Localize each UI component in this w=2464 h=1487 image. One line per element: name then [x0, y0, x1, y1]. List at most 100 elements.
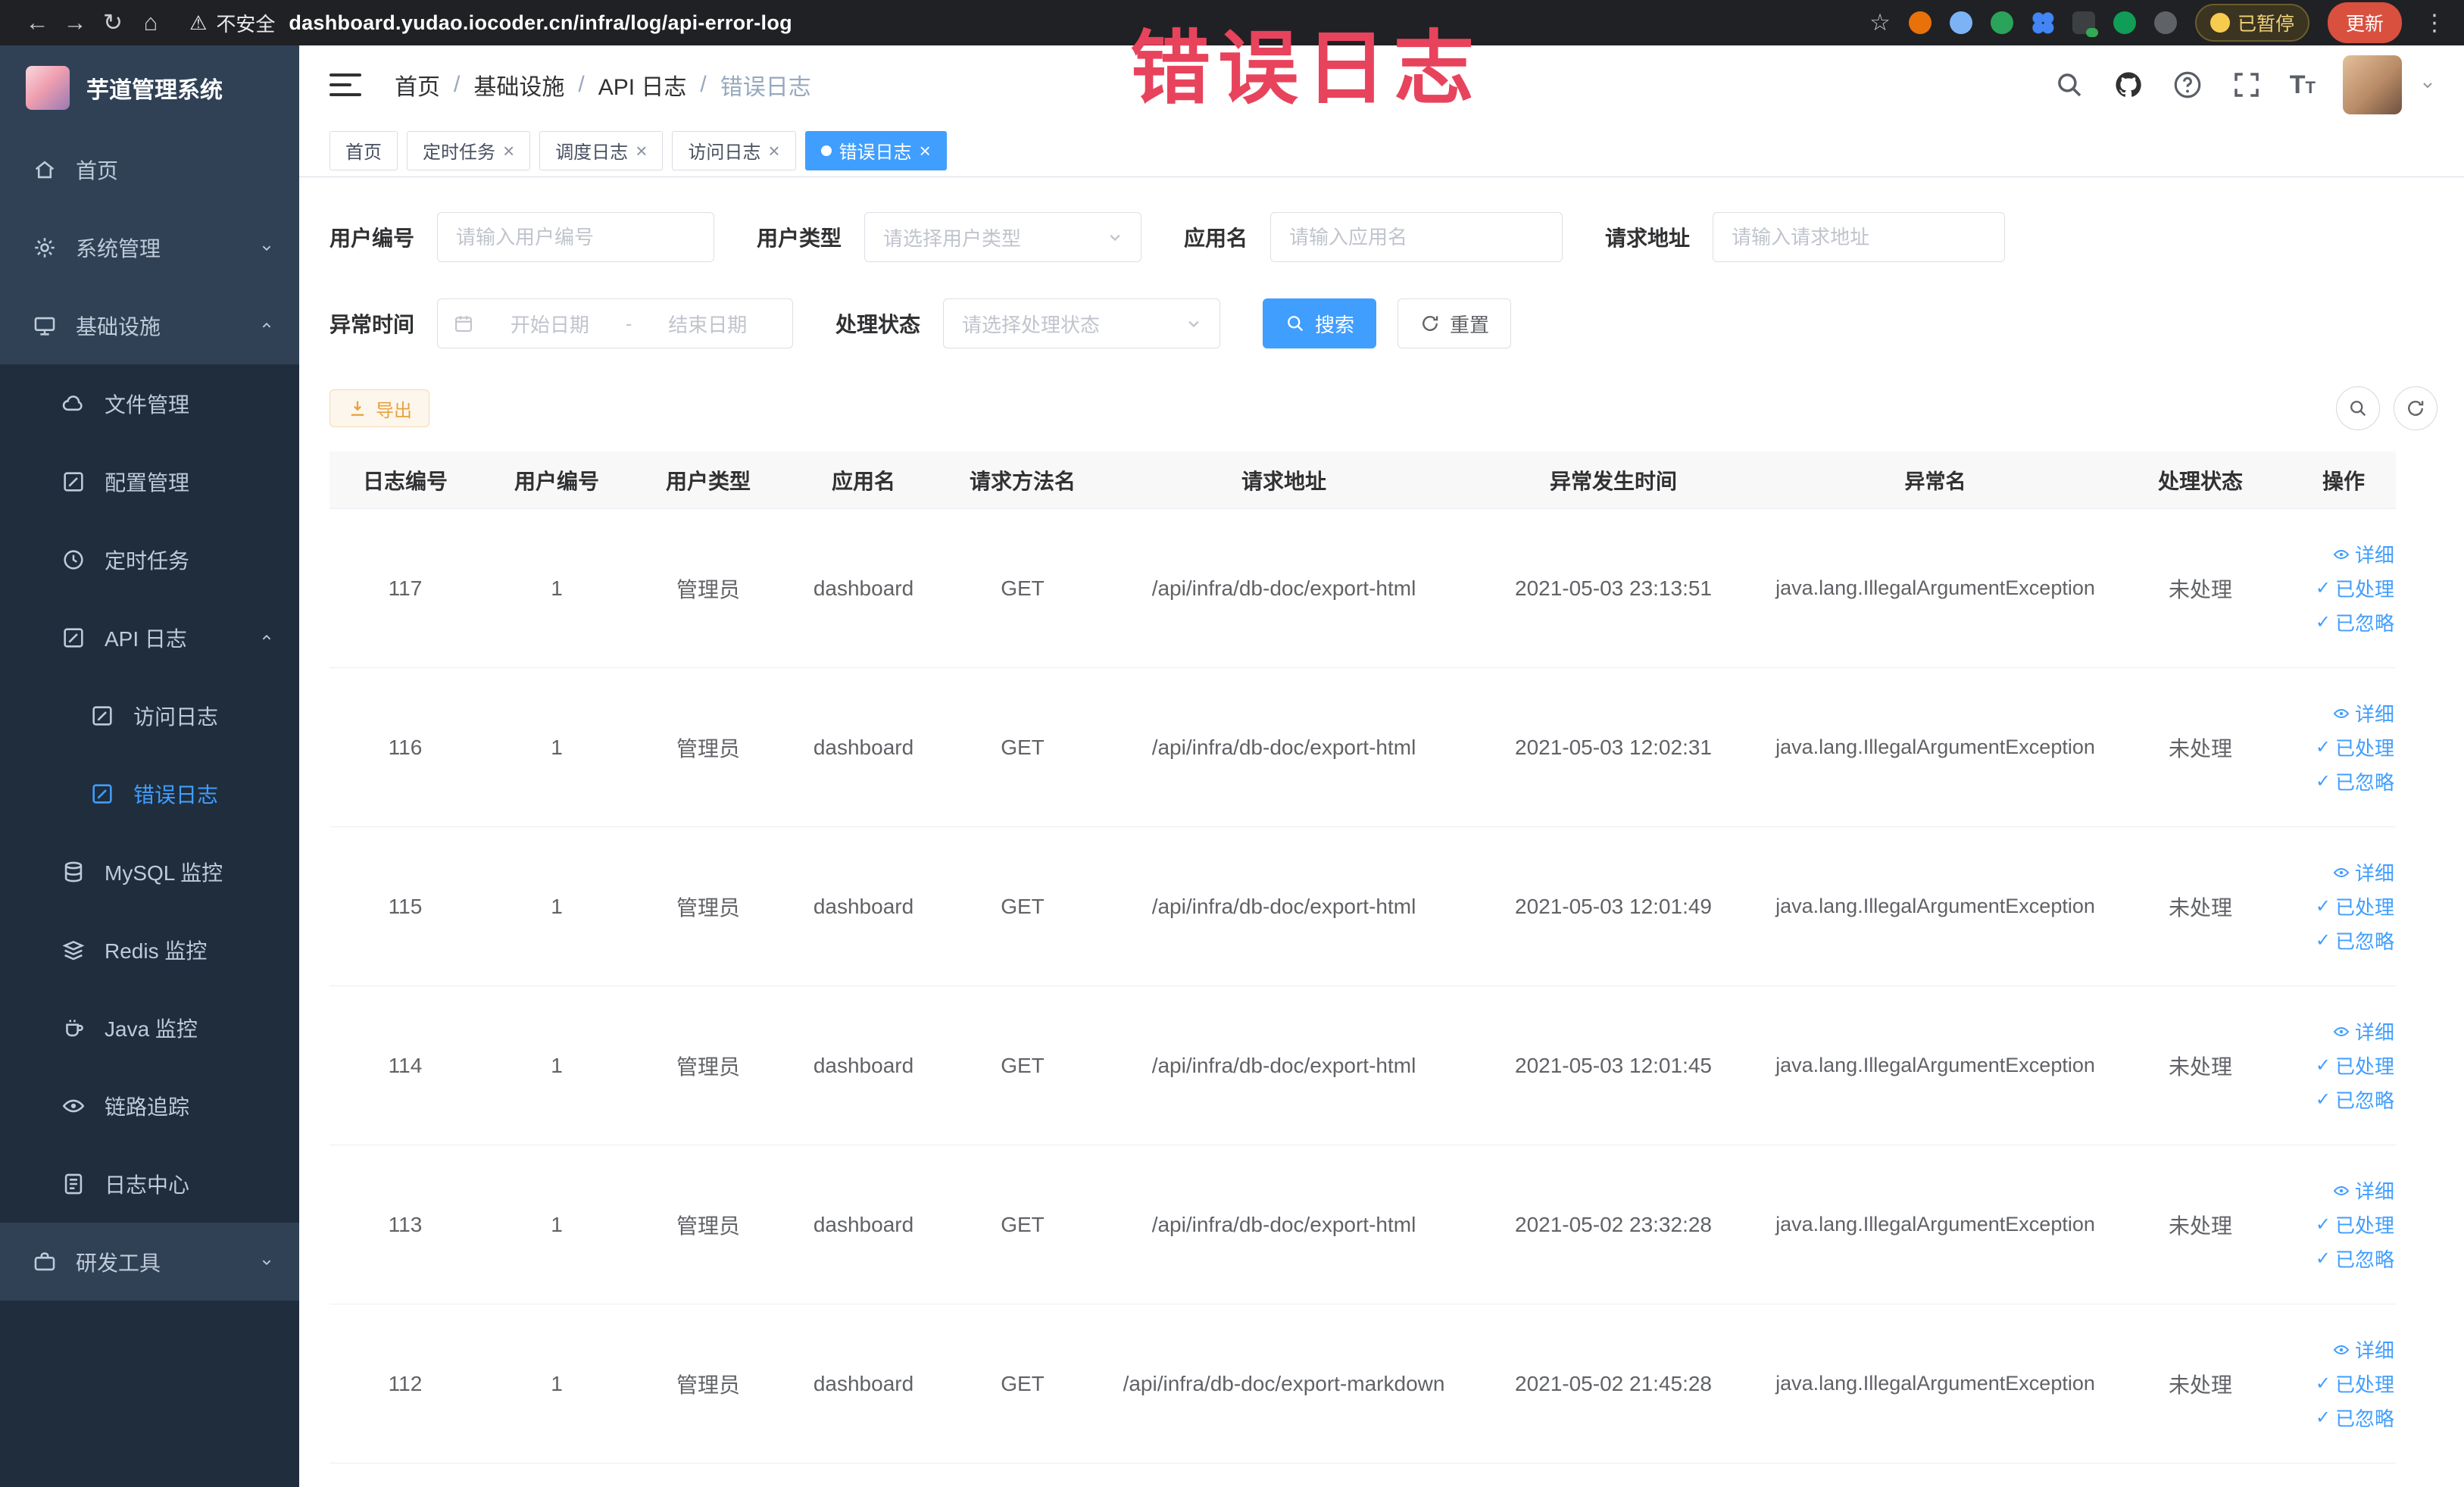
cell-time: 2021-05-03 12:01:49 [1515, 894, 1712, 918]
detail-link[interactable]: 详细 [2332, 1335, 2394, 1364]
tab-dispatch-logs[interactable]: 调度日志 × [539, 130, 664, 170]
security-chip[interactable]: ⚠ 不安全 [189, 9, 275, 37]
processed-link[interactable]: ✓ 已处理 [2316, 892, 2394, 920]
processed-link[interactable]: ✓ 已处理 [2316, 1051, 2394, 1079]
sidebar-item-home[interactable]: 首页 [0, 130, 299, 208]
browser-update-button[interactable]: 更新 [2327, 2, 2402, 43]
sidebar-item-error-logs[interactable]: 错误日志 [0, 754, 299, 833]
refresh-table-button[interactable] [2394, 386, 2437, 430]
ignored-link[interactable]: ✓ 已忽略 [2316, 1404, 2394, 1432]
breadcrumb-home[interactable]: 首页 [395, 68, 440, 102]
help-icon[interactable] [2172, 69, 2203, 101]
sidebar-item-api-logs[interactable]: API 日志 [0, 598, 299, 676]
extension-icon-7[interactable] [2153, 11, 2177, 34]
detail-link[interactable]: 详细 [2332, 1176, 2394, 1204]
processed-link[interactable]: ✓ 已处理 [2316, 1370, 2394, 1398]
browser-home-icon[interactable]: ⌂ [132, 9, 170, 36]
reset-button[interactable]: 重置 [1398, 298, 1512, 348]
browser-back-icon[interactable]: ← [18, 9, 56, 36]
sidebar-item-log-center[interactable]: 日志中心 [0, 1145, 299, 1223]
close-icon[interactable]: × [768, 141, 779, 161]
ignored-link[interactable]: ✓ 已忽略 [2316, 608, 2394, 636]
extension-icon-2[interactable] [1949, 11, 1972, 34]
export-button-label: 导出 [376, 400, 412, 421]
sidebar-item-trace[interactable]: 链路追踪 [0, 1067, 299, 1145]
end-date-field[interactable]: 结束日期 [638, 310, 777, 338]
detail-link[interactable]: 详细 [2332, 699, 2394, 727]
check-icon: ✓ [2315, 611, 2331, 633]
toggle-search-button[interactable] [2336, 386, 2380, 430]
main-content: 用户编号 用户类型 请选择用户类型 应用名 请求地址 [299, 177, 2464, 1487]
detail-link[interactable]: 详细 [2332, 1017, 2394, 1045]
cell-log-id: 112 [388, 1371, 423, 1395]
cell-user-type: 管理员 [676, 736, 740, 761]
close-icon[interactable]: × [636, 141, 647, 161]
processed-link[interactable]: ✓ 已处理 [2316, 574, 2394, 602]
chevron-down-icon [1188, 320, 1199, 328]
sidebar-item-config-management[interactable]: 配置管理 [0, 442, 299, 520]
breadcrumb: 首页 / 基础设施 / API 日志 / 错误日志 [395, 68, 811, 102]
column-header: 应用名 [831, 469, 895, 493]
close-icon[interactable]: × [503, 141, 514, 161]
extension-icon-3[interactable] [1990, 11, 2013, 34]
date-range-picker[interactable]: 开始日期 - 结束日期 [437, 298, 794, 348]
request-url-input[interactable] [1713, 212, 2006, 262]
extension-icon-1[interactable] [1908, 11, 1932, 34]
sidebar-item-redis-monitor[interactable]: Redis 监控 [0, 911, 299, 989]
font-size-icon[interactable]: TT [2290, 70, 2316, 100]
sidebar-item-infrastructure[interactable]: 基础设施 [0, 286, 299, 364]
user-id-input[interactable] [437, 212, 715, 262]
browser-reload-icon[interactable]: ↻ [94, 9, 132, 36]
sidebar-toggle-icon[interactable] [329, 73, 361, 96]
close-icon[interactable]: × [920, 141, 931, 161]
clock-icon [64, 549, 83, 570]
github-icon[interactable] [2113, 69, 2144, 101]
avatar-caret-icon[interactable] [2419, 76, 2437, 94]
tab-access-logs[interactable]: 访问日志 × [672, 130, 796, 170]
ignored-link[interactable]: ✓ 已忽略 [2316, 926, 2394, 954]
fullscreen-icon[interactable] [2231, 69, 2263, 101]
export-button[interactable]: 导出 [329, 389, 429, 427]
processed-link[interactable]: ✓ 已处理 [2316, 1211, 2394, 1239]
sidebar-item-system-management[interactable]: 系统管理 [0, 208, 299, 286]
detail-link[interactable]: 详细 [2332, 858, 2394, 886]
bookmark-star-icon[interactable]: ☆ [1869, 9, 1891, 36]
layers-icon [62, 940, 85, 960]
sidebar-item-java-monitor[interactable]: Java 监控 [0, 989, 299, 1067]
sidebar-item-scheduled-jobs[interactable]: 定时任务 [0, 520, 299, 598]
extension-icon-4[interactable] [2031, 11, 2054, 34]
browser-menu-icon[interactable]: ⋮ [2423, 10, 2446, 36]
table-row: 115 1 管理员 dashboard GET /api/infra/db-do… [329, 827, 2396, 986]
eye-icon [2333, 549, 2350, 559]
tab-scheduled-jobs[interactable]: 定时任务 × [407, 130, 531, 170]
search-icon[interactable] [2053, 69, 2085, 101]
process-status-select[interactable]: 请选择处理状态 [943, 298, 1221, 348]
app-logo-image [26, 66, 70, 110]
sidebar-item-mysql-monitor[interactable]: MySQL 监控 [0, 833, 299, 911]
paused-extension-button[interactable]: 已暂停 [2194, 4, 2309, 42]
start-date-field[interactable]: 开始日期 [480, 310, 620, 338]
ignored-link[interactable]: ✓ 已忽略 [2316, 767, 2394, 795]
sidebar-item-dev-tools[interactable]: 研发工具 [0, 1223, 299, 1301]
sidebar-item-file-management[interactable]: 文件管理 [0, 364, 299, 442]
ignored-link[interactable]: ✓ 已忽略 [2316, 1245, 2394, 1273]
breadcrumb-infrastructure[interactable]: 基础设施 [473, 68, 564, 102]
tab-error-logs[interactable]: 错误日志 × [804, 130, 947, 170]
sidebar-item-access-logs[interactable]: 访问日志 [0, 676, 299, 754]
tab-home[interactable]: 首页 [329, 130, 398, 170]
browser-forward-icon[interactable]: → [56, 9, 94, 36]
search-button[interactable]: 搜索 [1263, 298, 1377, 348]
cell-log-id: 117 [388, 576, 423, 600]
address-bar[interactable]: dashboard.yudao.iocoder.cn/infra/log/api… [289, 11, 792, 35]
app-name-input[interactable] [1270, 212, 1563, 262]
sidebar-item-label: 链路追踪 [105, 1095, 190, 1119]
detail-link[interactable]: 详细 [2332, 540, 2394, 568]
extension-icon-6[interactable] [2113, 11, 2136, 34]
avatar[interactable] [2343, 55, 2402, 114]
breadcrumb-api-logs[interactable]: API 日志 [598, 68, 687, 102]
processed-link[interactable]: ✓ 已处理 [2316, 733, 2394, 761]
cell-user-id: 1 [551, 576, 563, 600]
ignored-link[interactable]: ✓ 已忽略 [2316, 1086, 2394, 1114]
extension-icon-5[interactable] [2072, 11, 2098, 37]
user-type-select[interactable]: 请选择用户类型 [864, 212, 1142, 262]
